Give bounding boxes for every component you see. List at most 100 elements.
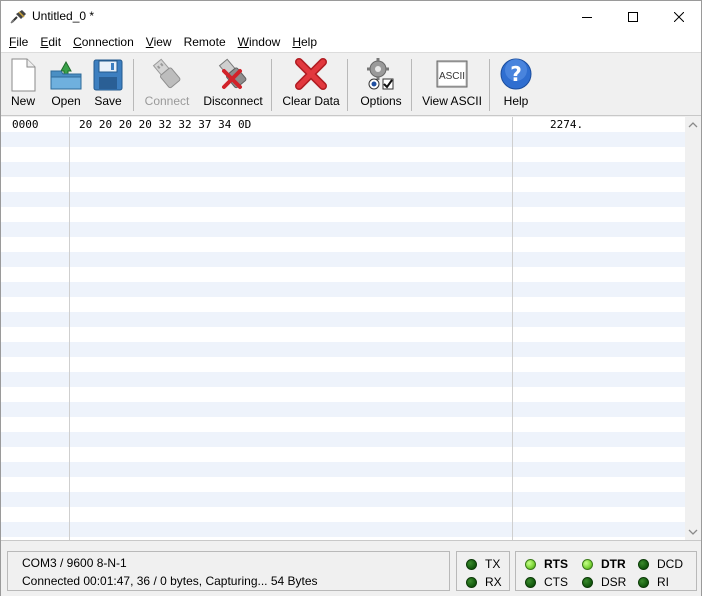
dsr-label: DSR [601, 575, 627, 589]
data-rows [1, 117, 685, 540]
svg-text:?: ? [510, 62, 522, 86]
menu-item-text: onnection [81, 35, 134, 49]
options-gear-icon [367, 58, 394, 90]
title-bar: Untitled_0 * [1, 1, 701, 32]
window-title: Untitled_0 * [32, 9, 95, 23]
save-button[interactable]: Save [90, 57, 126, 113]
cts-led-icon [525, 576, 536, 588]
menu-item[interactable]: Help [286, 32, 323, 52]
table-row [1, 462, 685, 477]
help-question-icon: ? [500, 58, 532, 90]
port-settings-text: COM3 / 9600 8-N-1 [22, 556, 127, 570]
table-row [1, 492, 685, 507]
view-ascii-button[interactable]: ASCII View ASCII [421, 57, 483, 113]
clear-x-icon [295, 58, 327, 90]
view-ascii-label: View ASCII [422, 94, 482, 108]
menu-item-accelerator: C [73, 35, 82, 49]
row-ascii-text: 2274. [550, 118, 584, 131]
maximize-icon [628, 11, 638, 22]
table-row [1, 222, 685, 237]
scroll-down-icon[interactable] [688, 527, 698, 537]
table-row [1, 372, 685, 387]
menu-bar: File Edit Connection View Remote Window Help [1, 32, 701, 52]
menu-item-accelerator: H [292, 35, 301, 49]
ri-indicator: RI [638, 575, 669, 589]
menu-item[interactable]: Window [232, 32, 287, 52]
clear-data-button[interactable]: Clear Data [281, 57, 341, 113]
offset-column-divider [69, 117, 70, 540]
menu-item[interactable]: Edit [34, 32, 67, 52]
minimize-button[interactable] [564, 1, 610, 32]
menu-item[interactable]: File [3, 32, 34, 52]
toolbar-separator [271, 59, 272, 111]
row-offset: 0000 [12, 118, 39, 131]
dsr-indicator: DSR [582, 575, 626, 589]
dtr-indicator[interactable]: DTR [582, 557, 626, 571]
vertical-scrollbar[interactable] [685, 117, 701, 540]
table-row [1, 432, 685, 447]
disconnect-plug-icon [218, 58, 247, 89]
rts-label: RTS [544, 557, 568, 571]
toolbar-separator [411, 59, 412, 111]
close-button[interactable] [656, 1, 702, 32]
minimize-icon [582, 16, 592, 18]
tx-indicator: TX [466, 557, 500, 571]
options-button[interactable]: Options [356, 57, 406, 113]
table-row [1, 252, 685, 267]
table-row [1, 342, 685, 357]
menu-item-text: elp [300, 35, 317, 49]
scroll-up-icon[interactable] [688, 120, 698, 130]
table-row [1, 177, 685, 192]
clear-data-label: Clear Data [282, 94, 340, 108]
new-document-icon [11, 58, 36, 92]
table-row [1, 477, 685, 492]
disconnect-button[interactable]: Disconnect [201, 57, 265, 113]
rx-indicator: RX [466, 575, 502, 589]
app-window: Untitled_0 * File Edit Connection View Remot… [0, 0, 702, 596]
data-view[interactable]: 0000 20 20 20 20 32 32 37 34 0D 2274. [1, 117, 701, 541]
table-row [1, 327, 685, 342]
close-icon [674, 11, 684, 22]
table-row [1, 162, 685, 177]
toolbar-separator [347, 59, 348, 111]
options-label: Options [360, 94, 402, 108]
table-row [1, 282, 685, 297]
menu-item-text: ile [16, 35, 29, 49]
menu-item-text: dit [48, 35, 62, 49]
menu-item[interactable]: Connection [67, 32, 140, 52]
maximize-button[interactable] [610, 1, 656, 32]
dtr-led-icon [582, 558, 593, 570]
table-row [1, 237, 685, 252]
menu-item-accelerator: V [145, 35, 154, 49]
menu-item[interactable]: Remote [178, 32, 232, 52]
table-row [1, 192, 685, 207]
tx-led-icon [466, 558, 477, 570]
rx-label: RX [485, 575, 502, 589]
dcd-indicator: DCD [638, 557, 683, 571]
rx-led-icon [466, 576, 477, 588]
help-label: Help [503, 94, 529, 108]
dcd-label: DCD [657, 557, 683, 571]
dsr-led-icon [582, 576, 593, 588]
status-info-panel: COM3 / 9600 8-N-1 Connected 00:01:47, 36… [7, 551, 450, 591]
menu-item[interactable]: View [140, 32, 178, 52]
line-signals-panel: RTS CTS DTR DSR DCD RI [515, 551, 697, 591]
row-hex-bytes: 20 20 20 20 32 32 37 34 0D [79, 118, 252, 131]
table-row [1, 387, 685, 402]
table-row [1, 522, 685, 537]
rts-indicator[interactable]: RTS [525, 557, 568, 571]
rts-led-icon [525, 558, 536, 570]
table-row [1, 357, 685, 372]
save-disk-icon [93, 59, 123, 91]
open-button[interactable]: Open [46, 57, 86, 113]
open-folder-icon [50, 60, 82, 90]
new-button[interactable]: New [5, 57, 41, 113]
status-bar: COM3 / 9600 8-N-1 Connected 00:01:47, 36… [1, 542, 701, 596]
help-button[interactable]: ? Help [497, 57, 535, 113]
table-row [1, 447, 685, 462]
connect-button[interactable]: Connect [141, 57, 193, 113]
menu-item-text: Remote [183, 35, 226, 49]
menu-item-text: indow [248, 35, 281, 49]
connect-label: Connect [144, 94, 190, 108]
connection-status-text: Connected 00:01:47, 36 / 0 bytes, Captur… [22, 574, 318, 588]
